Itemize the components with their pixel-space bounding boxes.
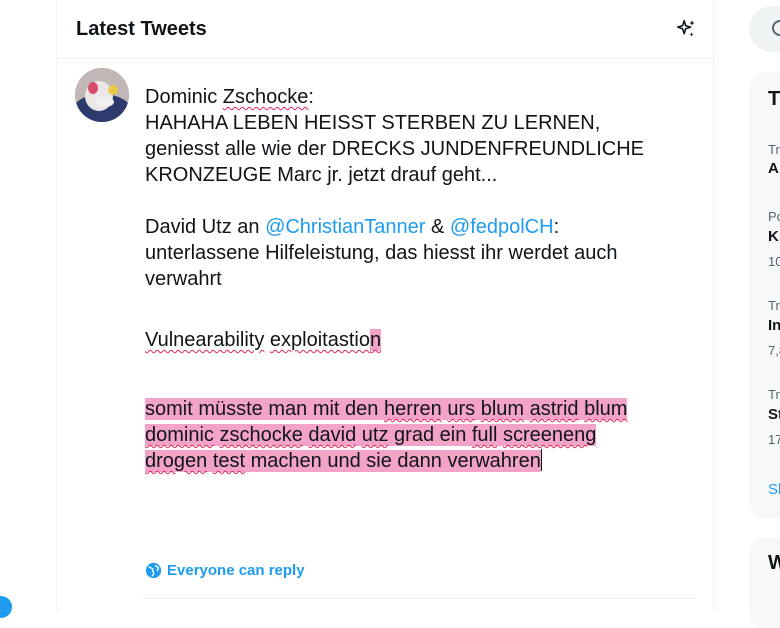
trend-name[interactable]: A (768, 160, 779, 177)
compose-line: unterlassene Hilfeleistung, das hiesst i… (145, 242, 618, 264)
timeline-column: Latest Tweets Dominic Zschocke: HAHAHA L… (56, 0, 714, 611)
trend-meta: Po (768, 209, 780, 224)
timeline-header: Latest Tweets (57, 0, 713, 59)
trend-meta: Tr (768, 387, 780, 402)
trend-count: 17 (768, 432, 780, 447)
compose-line: Dominic Zschocke: (145, 86, 314, 108)
compose-line: Vulnearability exploitastion (145, 329, 382, 351)
compose-fab-edge[interactable] (0, 596, 12, 618)
search-icon (772, 20, 780, 36)
mention-fedpolch[interactable]: @fedpolCH (450, 216, 554, 238)
page-title: Latest Tweets (76, 18, 207, 40)
trends-title: T (768, 88, 780, 110)
text-caret (540, 449, 542, 471)
who-to-follow-panel: W (749, 538, 780, 628)
trend-name[interactable]: K (768, 228, 779, 245)
selected-text-line: somit müsste man mit den herren urs blum… (145, 398, 628, 420)
trends-panel: T Tr A Po K 10 Tr In 7,8 Tr St 17 Sl (749, 72, 780, 518)
trend-meta: Tr (768, 298, 780, 313)
mention-christiantanner[interactable]: @ChristianTanner (265, 216, 425, 238)
reply-setting-button[interactable]: Everyone can reply (145, 562, 305, 579)
avatar[interactable] (75, 68, 129, 122)
reply-setting-label: Everyone can reply (167, 562, 305, 579)
compose-line: verwahrt (145, 268, 222, 290)
search-input[interactable] (749, 6, 780, 52)
trend-count: 7,8 (768, 343, 780, 358)
compose-line: KRONZEUGE Marc jr. jetzt drauf geht... (145, 164, 498, 186)
trend-count: 10 (768, 254, 780, 269)
who-to-follow-title: W (768, 552, 780, 574)
selected-text-line: drogen test machen und sie dann verwahre… (145, 449, 542, 472)
compose-line: geniesst alle wie der DRECKS JUNDENFREUN… (145, 138, 645, 160)
globe-icon (145, 562, 162, 579)
sparkle-icon[interactable] (671, 14, 701, 44)
trend-name[interactable]: St (768, 406, 780, 423)
trend-name[interactable]: In (768, 317, 780, 334)
compose-line: David Utz an @ChristianTanner & @fedpolC… (145, 216, 560, 238)
divider (141, 598, 696, 599)
selected-text-line: dominic zschocke david utz grad ein full… (145, 424, 597, 446)
show-more-link[interactable]: Sl (768, 481, 780, 498)
compose-line: HAHAHA LEBEN HEISST STERBEN ZU LERNEN, (145, 112, 601, 134)
trend-meta: Tr (768, 142, 780, 157)
tweet-compose-textarea[interactable]: Dominic Zschocke: HAHAHA LEBEN HEISST ST… (145, 84, 693, 474)
